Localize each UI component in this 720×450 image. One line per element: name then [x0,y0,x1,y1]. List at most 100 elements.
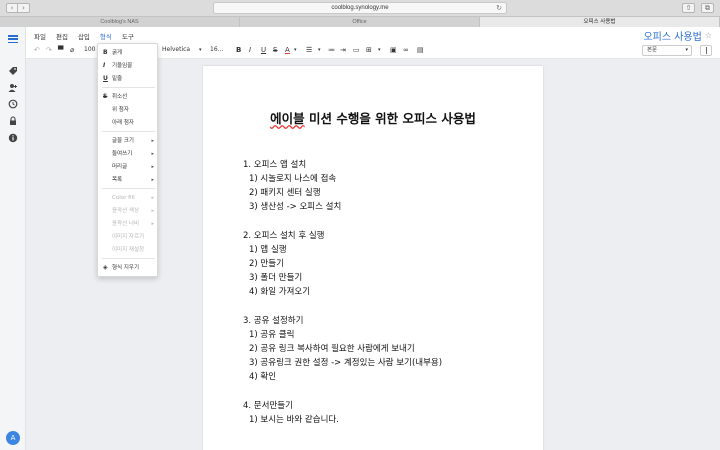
chevron-down-icon[interactable]: ▾ [199,46,202,55]
menu-separator [102,258,155,259]
browser-tab[interactable]: Coolblog's NAS [0,17,240,27]
avatar[interactable]: A [6,431,20,445]
bold-button[interactable]: B [236,46,241,55]
star-icon[interactable]: ☆ [705,31,712,40]
list-sub-item[interactable]: 3) 생산성 -> 오피스 설치 [249,200,341,212]
format-menu-item[interactable]: 머리글 ▸ [98,162,159,172]
side-panel-toggle-icon[interactable] [700,45,712,56]
menu-separator [102,131,155,132]
format-menu-item[interactable]: B 굵게 [98,48,159,58]
format-menu-item-label: 위 첨자 [112,107,129,113]
tag-icon[interactable] [8,66,18,76]
list-sub-item[interactable]: 1) 앱 실행 [249,243,287,255]
document-title[interactable]: 오피스 사용법 ☆ [643,28,712,43]
menu-edit[interactable]: 편집 [56,31,68,41]
format-menu-item-label: Color fill [112,195,135,201]
format-menu-item[interactable]: ◈ 형식 지우기 [98,263,159,273]
format-dropdown-menu: B 굵게 I 기울임꼴 U 밑줄 S 취소선 위 첨자 아래 첨자 글꼴 크기 ▸ 들여쓰기 ▸ 머리글 ▸ 목… [97,43,158,277]
underline-button[interactable]: U [261,46,266,55]
chevron-down-icon[interactable]: ▾ [318,46,321,55]
paragraph-style-select[interactable]: 본문 ▾ [642,45,692,56]
list-sub-item[interactable]: 3) 공유링크 권한 설정 -> 계정있는 사람 보기(내부용) [249,356,442,368]
menu-separator [102,188,155,189]
format-menu-item[interactable]: 목록 ▸ [98,175,159,185]
font-size-select[interactable]: 16... [210,45,223,55]
format-menu-item[interactable]: S 취소선 [98,92,159,102]
comment-icon[interactable]: ▭ [353,46,360,55]
align-icon[interactable]: ☰ [306,46,312,55]
misspelled-word[interactable]: 에이블 [270,111,305,126]
menu-file[interactable]: 파일 [34,31,46,41]
tabs-overview-icon[interactable]: ⧉ [701,3,714,13]
heading-rest[interactable]: 미션 수행을 위한 오피스 사용법 [305,111,476,126]
list-sub-item[interactable]: 2) 공유 링크 복사하여 필요한 사람에게 보내기 [249,342,415,354]
forward-icon[interactable]: › [18,3,30,13]
list-sub-item[interactable]: 3) 폴더 만들기 [249,271,302,283]
browser-tab-active[interactable]: 오피스 사용법 [480,17,720,27]
image-icon[interactable]: ▣ [390,46,397,55]
format-menu-item-label: 아래 첨자 [112,120,134,126]
list-heading[interactable]: 3. 공유 설정하기 [243,314,303,326]
list-icon[interactable]: ≔ [328,46,335,55]
underline-icon: U [103,75,108,82]
indent-icon[interactable]: ⇥ [340,46,346,55]
list-heading[interactable]: 2. 오피스 설치 후 실행 [243,229,324,241]
link-icon[interactable]: ∞ [403,46,409,55]
menu-insert[interactable]: 삽입 [78,31,90,41]
nav-buttons: ‹ › [6,3,30,13]
document-heading[interactable]: 에이블 미션 수행을 위한 오피스 사용법 [203,108,543,127]
format-menu-item[interactable]: I 기울임꼴 [98,61,159,71]
share-icon[interactable]: ⇧ [682,3,695,13]
format-menu-item: 이미지 재설정 [98,245,159,255]
format-menu-item: 윤곽선 너비 ▸ [98,219,159,229]
menu-tools[interactable]: 도구 [122,31,134,41]
history-icon[interactable] [8,99,18,109]
format-menu-item[interactable]: 들여쓰기 ▸ [98,149,159,159]
hamburger-menu-icon[interactable] [8,35,18,43]
add-user-icon[interactable] [8,83,18,93]
format-menu-item-label: 들여쓰기 [112,151,133,157]
undo-icon[interactable]: ↶ [34,46,40,55]
font-color-button[interactable]: A [285,46,290,55]
chevron-down-icon[interactable]: ▾ [294,46,297,55]
list-sub-item[interactable]: 4) 확인 [249,370,276,382]
list-heading[interactable]: 4. 문서만들기 [243,399,293,411]
chevron-right-icon: ▸ [151,164,154,170]
list-sub-item[interactable]: 1) 시놀로지 나스에 접속 [249,172,336,184]
italic-button[interactable]: I [249,46,251,55]
chevron-right-icon: ▸ [151,151,154,157]
clear-format-icon[interactable]: ⌀ [70,46,74,55]
format-menu-item[interactable]: 위 첨자 [98,105,159,115]
format-menu-item[interactable]: 아래 첨자 [98,118,159,128]
back-icon[interactable]: ‹ [6,3,18,13]
list-sub-item[interactable]: 1) 보시는 바와 같습니다. [249,413,339,425]
info-icon[interactable] [8,133,18,143]
list-sub-item[interactable]: 1) 공유 클릭 [249,328,294,340]
browser-actions: ⇧ ⧉ [682,3,714,13]
insert-comment-icon[interactable]: ▤ [417,46,424,55]
document-page[interactable]: 에이블 미션 수행을 위한 오피스 사용법 1. 오피스 앱 설치 1) 시놀로지… [203,66,543,450]
strikethrough-button[interactable]: S [273,46,277,55]
font-select[interactable]: Helvetica [162,45,190,55]
paint-format-icon[interactable]: ▀ [58,46,63,55]
format-menu-item[interactable]: U 밑줄 [98,74,159,84]
paragraph-style-value: 본문 [647,47,658,53]
eraser-icon: ◈ [103,264,108,271]
list-sub-item[interactable]: 2) 만들기 [249,257,284,269]
chevron-down-icon[interactable]: ▾ [378,46,381,55]
format-menu-item-label: 형식 지우기 [112,265,140,271]
chevron-right-icon: ▸ [151,221,154,227]
list-sub-item[interactable]: 4) 화일 가져오기 [249,285,310,297]
address-bar[interactable]: coolblog.synology.me ↻ [213,2,507,14]
lock-icon[interactable] [8,116,18,126]
table-icon[interactable]: ⊞ [366,46,372,55]
zoom-select[interactable]: 100 [84,45,95,55]
document-title-text[interactable]: 오피스 사용법 [643,28,701,43]
menu-format[interactable]: 형식 [100,31,112,41]
redo-icon[interactable]: ↷ [46,46,52,55]
browser-tab[interactable]: Office [240,17,480,27]
format-menu-item[interactable]: 글꼴 크기 ▸ [98,136,159,146]
reload-icon[interactable]: ↻ [496,4,502,14]
list-heading[interactable]: 1. 오피스 앱 설치 [243,158,306,170]
list-sub-item[interactable]: 2) 패키지 센터 실행 [249,186,321,198]
